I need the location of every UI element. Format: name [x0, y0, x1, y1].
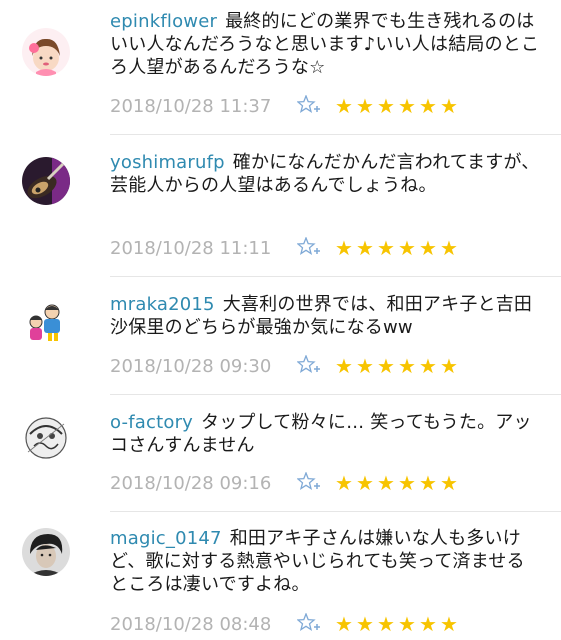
rating-stars: ★ ★ ★ ★ ★ ★ — [334, 356, 459, 376]
star-icon: ★ — [440, 354, 458, 378]
username-link[interactable]: o-factory — [110, 412, 193, 433]
divider — [110, 134, 561, 135]
star-icon: ★ — [440, 236, 458, 260]
timestamp: 2018/10/28 11:11 — [110, 237, 272, 259]
star-icon: ★ — [377, 471, 395, 495]
username-link[interactable]: epinkflower — [110, 11, 217, 32]
star-icon: ★ — [419, 612, 437, 636]
star-icon: ★ — [398, 354, 416, 378]
star-icon: ★ — [335, 236, 353, 260]
divider — [110, 276, 561, 277]
star-icon: ★ — [398, 612, 416, 636]
comment-meta: 2018/10/28 08:48 ★ ★ ★ ★ ★ ★ — [110, 612, 459, 636]
rating-stars: ★ ★ ★ ★ ★ ★ — [334, 614, 459, 634]
star-icon: ★ — [440, 94, 458, 118]
avatar[interactable] — [22, 157, 70, 205]
username-link[interactable]: magic_0147 — [110, 528, 222, 549]
rating-stars: ★ ★ ★ ★ ★ ★ — [334, 238, 459, 258]
comment-meta: 2018/10/28 09:30 ★ ★ ★ ★ ★ ★ — [110, 354, 459, 378]
rating-stars: ★ ★ ★ ★ ★ ★ — [334, 473, 459, 493]
username-link[interactable]: yoshimarufp — [110, 152, 225, 173]
timestamp: 2018/10/28 11:37 — [110, 95, 272, 117]
avatar[interactable] — [22, 28, 70, 76]
comment-body: yoshimarufp 確かになんだかんだ言われてますが、芸能人からの人望はあるん… — [110, 151, 540, 197]
star-icon: ★ — [335, 471, 353, 495]
star-icon: ★ — [398, 94, 416, 118]
star-plus-icon[interactable] — [296, 612, 322, 636]
star-icon: ★ — [377, 612, 395, 636]
timestamp: 2018/10/28 09:30 — [110, 355, 272, 377]
star-icon: ★ — [356, 471, 374, 495]
avatar[interactable] — [22, 414, 70, 462]
rating-stars: ★ ★ ★ ★ ★ ★ — [334, 96, 459, 116]
avatar[interactable] — [22, 528, 70, 576]
star-plus-icon[interactable] — [296, 471, 322, 495]
star-plus-icon[interactable] — [296, 354, 322, 378]
star-icon: ★ — [356, 236, 374, 260]
star-icon: ★ — [377, 94, 395, 118]
star-icon: ★ — [398, 236, 416, 260]
avatar[interactable] — [22, 298, 70, 346]
comment-body: o-factory タップして粉々に… 笑ってもうた。アッコさんすんません — [110, 411, 540, 457]
star-icon: ★ — [419, 94, 437, 118]
star-icon: ★ — [440, 612, 458, 636]
star-icon: ★ — [377, 236, 395, 260]
star-icon: ★ — [419, 354, 437, 378]
star-plus-icon[interactable] — [296, 236, 322, 260]
username-link[interactable]: mraka2015 — [110, 294, 215, 315]
star-icon: ★ — [335, 94, 353, 118]
star-icon: ★ — [356, 612, 374, 636]
comment-meta: 2018/10/28 11:37 ★ ★ ★ ★ ★ ★ — [110, 94, 459, 118]
comment-body: mraka2015 大喜利の世界では、和田アキ子と吉田沙保里のどちらが最強か気にな… — [110, 293, 540, 339]
comment-meta: 2018/10/28 11:11 ★ ★ ★ ★ ★ ★ — [110, 236, 459, 260]
star-icon: ★ — [335, 612, 353, 636]
timestamp: 2018/10/28 08:48 — [110, 613, 272, 635]
star-icon: ★ — [335, 354, 353, 378]
star-icon: ★ — [398, 471, 416, 495]
comment-body: magic_0147 和田アキ子さんは嫌いな人も多いけど、歌に対する熱意やいじられ… — [110, 527, 540, 596]
timestamp: 2018/10/28 09:16 — [110, 472, 272, 494]
star-icon: ★ — [356, 94, 374, 118]
divider — [110, 511, 561, 512]
star-icon: ★ — [377, 354, 395, 378]
star-icon: ★ — [440, 471, 458, 495]
comment-meta: 2018/10/28 09:16 ★ ★ ★ ★ ★ ★ — [110, 471, 459, 495]
star-icon: ★ — [419, 471, 437, 495]
star-plus-icon[interactable] — [296, 94, 322, 118]
comment-body: epinkflower 最終的にどの業界でも生き残れるのはいい人なんだろうなと思い… — [110, 10, 540, 79]
star-icon: ★ — [356, 354, 374, 378]
star-icon: ★ — [419, 236, 437, 260]
divider — [110, 394, 561, 395]
